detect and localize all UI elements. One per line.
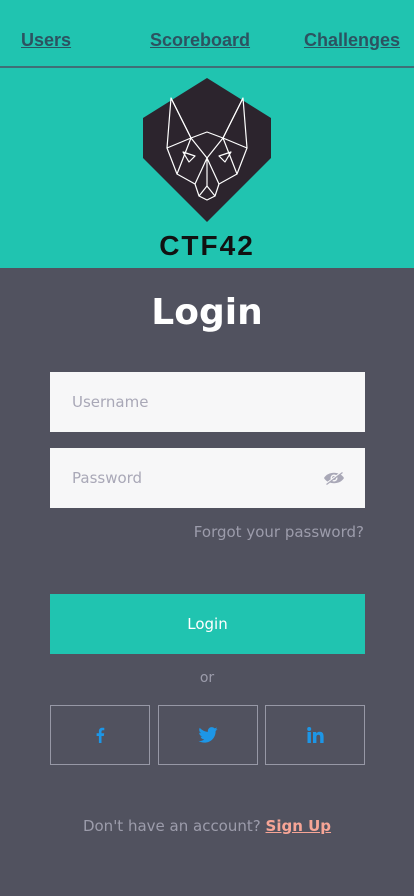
top-nav: Users Scoreboard Challenges <box>0 0 414 68</box>
linkedin-login-button[interactable] <box>265 705 365 765</box>
linkedin-icon <box>306 727 324 743</box>
login-button[interactable]: Login <box>50 594 365 654</box>
password-input[interactable] <box>50 448 365 508</box>
facebook-login-button[interactable] <box>50 705 150 765</box>
nav-challenges-link[interactable]: Challenges <box>304 30 400 50</box>
facebook-icon <box>96 727 105 743</box>
signup-prompt-line: Don't have an account? Sign Up <box>0 817 414 835</box>
brand-name: CTF42 <box>159 230 255 261</box>
signup-prompt: Don't have an account? <box>82 817 261 835</box>
nav-users-link[interactable]: Users <box>21 30 71 50</box>
twitter-login-button[interactable] <box>158 705 258 765</box>
nav-scoreboard-link[interactable]: Scoreboard <box>150 30 250 50</box>
wolf-shield-icon <box>143 78 271 222</box>
forgot-password-link[interactable]: Forgot your password? <box>194 523 364 541</box>
signup-link[interactable]: Sign Up <box>266 817 332 835</box>
header: Users Scoreboard Challenges CTF42 <box>0 0 414 268</box>
or-divider: or <box>199 670 215 686</box>
twitter-icon <box>198 727 218 743</box>
username-input[interactable] <box>50 372 365 432</box>
eye-icon[interactable] <box>323 470 345 486</box>
page-title: Login <box>151 292 263 333</box>
